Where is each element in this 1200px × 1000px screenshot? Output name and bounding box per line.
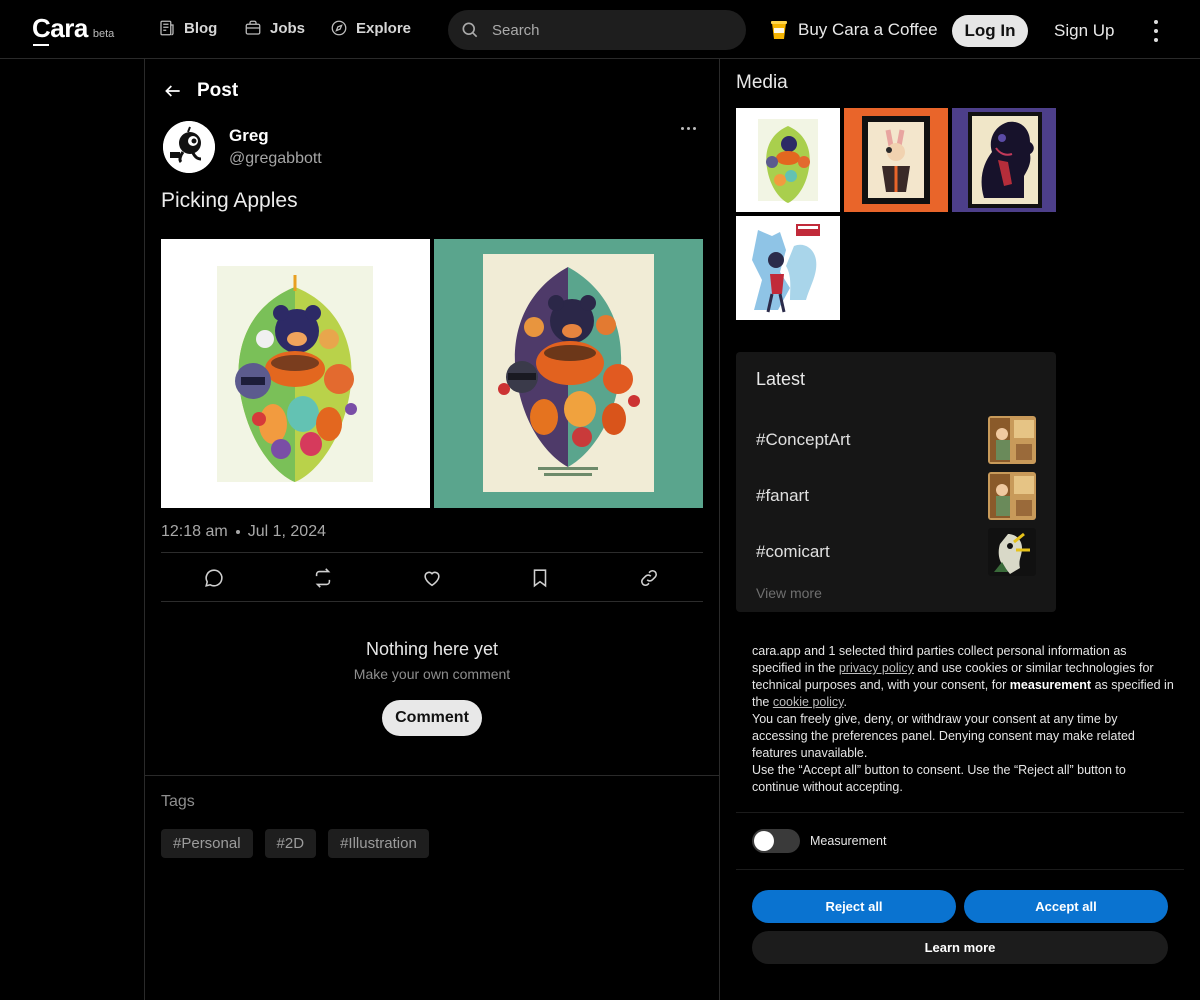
- cookie-paragraph-2: You can freely give, deny, or withdraw y…: [752, 712, 1135, 760]
- comment-icon[interactable]: [203, 567, 225, 589]
- trend-thumbnail-1[interactable]: [988, 416, 1036, 464]
- avatar-logo-icon: [163, 121, 215, 173]
- post-action-bar: [161, 552, 703, 602]
- cookie-consent-banner: cara.app and 1 selected third parties co…: [736, 612, 1200, 1000]
- nav-link-label: Jobs: [270, 19, 306, 37]
- divider: [736, 812, 1184, 813]
- post-header-title: Post: [197, 80, 239, 101]
- trend-thumbnail-art: [988, 416, 1036, 464]
- artwork-picking-apples-green: [483, 254, 654, 492]
- thumbnail-art: [736, 216, 840, 320]
- measurement-bold: measurement: [1009, 678, 1092, 692]
- post-date: Jul 1, 2024: [247, 523, 326, 540]
- nav-link-label: Explore: [356, 19, 412, 37]
- cookie-policy-link[interactable]: cookie policy: [773, 695, 844, 709]
- media-thumbnail-3[interactable]: [952, 108, 1056, 212]
- nav-link-jobs[interactable]: Jobs: [244, 19, 305, 37]
- briefcase-icon: [245, 20, 261, 35]
- signup-link[interactable]: Sign Up: [1054, 21, 1114, 41]
- arrow-left-icon: [165, 85, 180, 97]
- bookmark-icon[interactable]: [529, 567, 551, 589]
- privacy-policy-link[interactable]: privacy policy: [839, 661, 914, 675]
- media-thumbnail-1[interactable]: [736, 108, 840, 212]
- latest-trends-panel: Latest #ConceptArt #fanart #comicart Vie…: [736, 352, 1056, 612]
- measurement-toggle-label: Measurement: [810, 834, 887, 848]
- media-heading: Media: [736, 72, 788, 93]
- media-thumbnail-2[interactable]: [844, 108, 948, 212]
- cookie-paragraph-3: Use the “Accept all” button to consent. …: [752, 763, 1126, 794]
- search-input[interactable]: [492, 21, 712, 39]
- cookie-text-segment: .: [843, 695, 847, 709]
- reject-all-button[interactable]: Reject all: [752, 890, 956, 923]
- back-to-feed[interactable]: Post: [163, 80, 238, 102]
- link-icon[interactable]: [638, 567, 660, 589]
- trend-thumbnail-art: [988, 528, 1036, 576]
- post-image-1[interactable]: [161, 239, 430, 508]
- cookie-consent-text: cara.app and 1 selected third parties co…: [752, 643, 1176, 796]
- tag-illustration[interactable]: #Illustration: [328, 829, 429, 858]
- divider: [145, 775, 719, 776]
- comment-button[interactable]: Comment: [382, 700, 482, 736]
- login-button[interactable]: Log In: [952, 15, 1028, 47]
- separator-dot: [235, 530, 240, 534]
- post-time: 12:18 am: [161, 523, 228, 540]
- post-options-icon[interactable]: [681, 127, 696, 130]
- media-thumbnail-4[interactable]: [736, 216, 840, 320]
- accept-all-button[interactable]: Accept all: [964, 890, 1168, 923]
- divider: [736, 869, 1184, 870]
- search-bar[interactable]: [448, 10, 746, 50]
- empty-comments-subtitle: Make your own comment: [353, 666, 511, 682]
- latest-heading: Latest: [756, 369, 806, 389]
- top-navigation-bar: Cara beta Blog Jobs Explore Buy Cara a C…: [0, 0, 1200, 59]
- logo-wordmark: Cara: [32, 13, 88, 46]
- measurement-toggle[interactable]: [752, 829, 800, 853]
- thumbnail-art: [862, 116, 930, 204]
- trend-thumbnail-2[interactable]: [988, 472, 1036, 520]
- toggle-knob: [754, 831, 774, 851]
- nav-link-label: Blog: [184, 19, 218, 37]
- tags-heading: Tags: [161, 793, 195, 810]
- avatar[interactable]: [163, 121, 215, 173]
- post-image-2[interactable]: [434, 239, 703, 508]
- post-column: Post Greg @gregabbott Picking Apples 12:…: [144, 59, 720, 1000]
- thumbnail-art: [968, 112, 1042, 208]
- tag-personal[interactable]: #Personal: [161, 829, 253, 858]
- trend-thumbnail-3[interactable]: [988, 528, 1036, 576]
- cookie-paragraph-1: cara.app and 1 selected third parties co…: [752, 643, 1176, 711]
- tag-2d[interactable]: #2D: [264, 829, 317, 858]
- buy-coffee-link[interactable]: Buy Cara a Coffee: [770, 20, 938, 40]
- author-handle[interactable]: @gregabbott: [229, 150, 322, 168]
- repost-icon[interactable]: [312, 567, 334, 589]
- trend-fanart[interactable]: #fanart: [756, 486, 809, 506]
- beta-badge: beta: [92, 28, 115, 40]
- cara-logo[interactable]: Cara beta: [32, 13, 115, 46]
- trend-comicart[interactable]: #comicart: [756, 542, 830, 562]
- trend-conceptart[interactable]: #ConceptArt: [756, 430, 851, 450]
- empty-comments-title: Nothing here yet: [365, 639, 499, 659]
- post-timestamp: 12:18 am Jul 1, 2024: [161, 523, 326, 541]
- search-icon: [462, 22, 478, 38]
- artwork-picking-apples-white: [217, 266, 373, 482]
- author-name[interactable]: Greg: [229, 126, 269, 146]
- coffee-cup-icon: [771, 21, 787, 39]
- nav-link-blog[interactable]: Blog: [158, 19, 217, 37]
- tag-list: #Personal #2D #Illustration: [161, 829, 429, 858]
- buy-coffee-label: Buy Cara a Coffee: [798, 20, 938, 39]
- thumbnail-art: [758, 119, 818, 203]
- trend-thumbnail-art: [988, 472, 1036, 520]
- learn-more-button[interactable]: Learn more: [752, 931, 1168, 964]
- compass-icon: [331, 20, 347, 36]
- post-title: Picking Apples: [161, 189, 298, 212]
- more-menu-icon[interactable]: [1146, 20, 1166, 42]
- view-more-link[interactable]: View more: [756, 585, 822, 601]
- newspaper-icon: [160, 20, 174, 36]
- heart-icon[interactable]: [421, 567, 443, 589]
- nav-link-explore[interactable]: Explore: [330, 19, 411, 37]
